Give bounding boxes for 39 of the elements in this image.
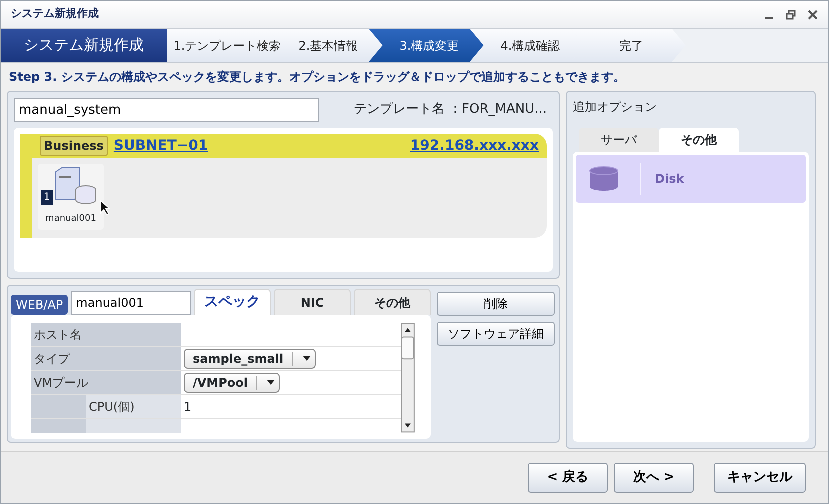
option-item[interactable]: Disk	[576, 155, 806, 203]
field-value: 1	[184, 398, 192, 416]
action-button[interactable]: ソフトウェア詳細	[437, 322, 555, 346]
footer-button[interactable]: キャンセル	[714, 462, 806, 492]
footer-button[interactable]: < 戻る	[528, 462, 608, 492]
field-label: VMプール	[31, 371, 181, 395]
address-link[interactable]: 192.168.xxx.xxx	[410, 136, 539, 156]
server-name: manual001	[46, 212, 96, 226]
wizard-title: システム新規作成	[1, 29, 167, 62]
template-name-label: テンプレート名 ：FOR_MANU...	[354, 101, 547, 120]
action-button[interactable]: 削除	[437, 292, 555, 316]
window-title: システム新規作成	[11, 6, 99, 22]
cursor-icon	[100, 200, 110, 215]
dropdown[interactable]: /VMPool	[184, 372, 280, 392]
field-label: タイプ	[31, 347, 181, 371]
wizard-step: 1.テンプレート検索	[167, 29, 282, 62]
instruction-text: Step 3. システムの構成やスペックを変更します。オプションをドラッグ＆ドロップで追加することもできます。	[8, 69, 626, 86]
tab[interactable]: スペック	[194, 289, 272, 315]
tab[interactable]: NIC	[274, 289, 352, 315]
count-badge: 1	[41, 190, 53, 205]
wizard-step: 完了	[571, 29, 686, 62]
panel-title: 追加オプション	[573, 99, 658, 116]
disk-icon	[588, 165, 620, 193]
subnet-link[interactable]: SUBNET−01	[114, 136, 208, 156]
field-label: ホスト名	[31, 323, 181, 347]
close-icon[interactable]	[808, 10, 818, 20]
tab[interactable]: サーバ	[579, 128, 659, 152]
system-name-field[interactable]: manual_system	[14, 98, 319, 122]
restore-icon[interactable]	[786, 10, 796, 20]
scrollbar[interactable]	[401, 323, 415, 433]
network-tag: Business	[40, 136, 108, 156]
field-label: CPU(個)	[89, 398, 135, 416]
option-label: Disk	[655, 171, 684, 188]
dropdown[interactable]: sample_small	[184, 348, 316, 368]
tab[interactable]: その他	[354, 289, 431, 315]
footer-button[interactable]: 次へ >	[614, 462, 694, 492]
server-name-field[interactable]: manual001	[71, 291, 192, 315]
tab[interactable]: その他	[659, 128, 739, 152]
role-tag: WEB/AP	[11, 295, 68, 315]
